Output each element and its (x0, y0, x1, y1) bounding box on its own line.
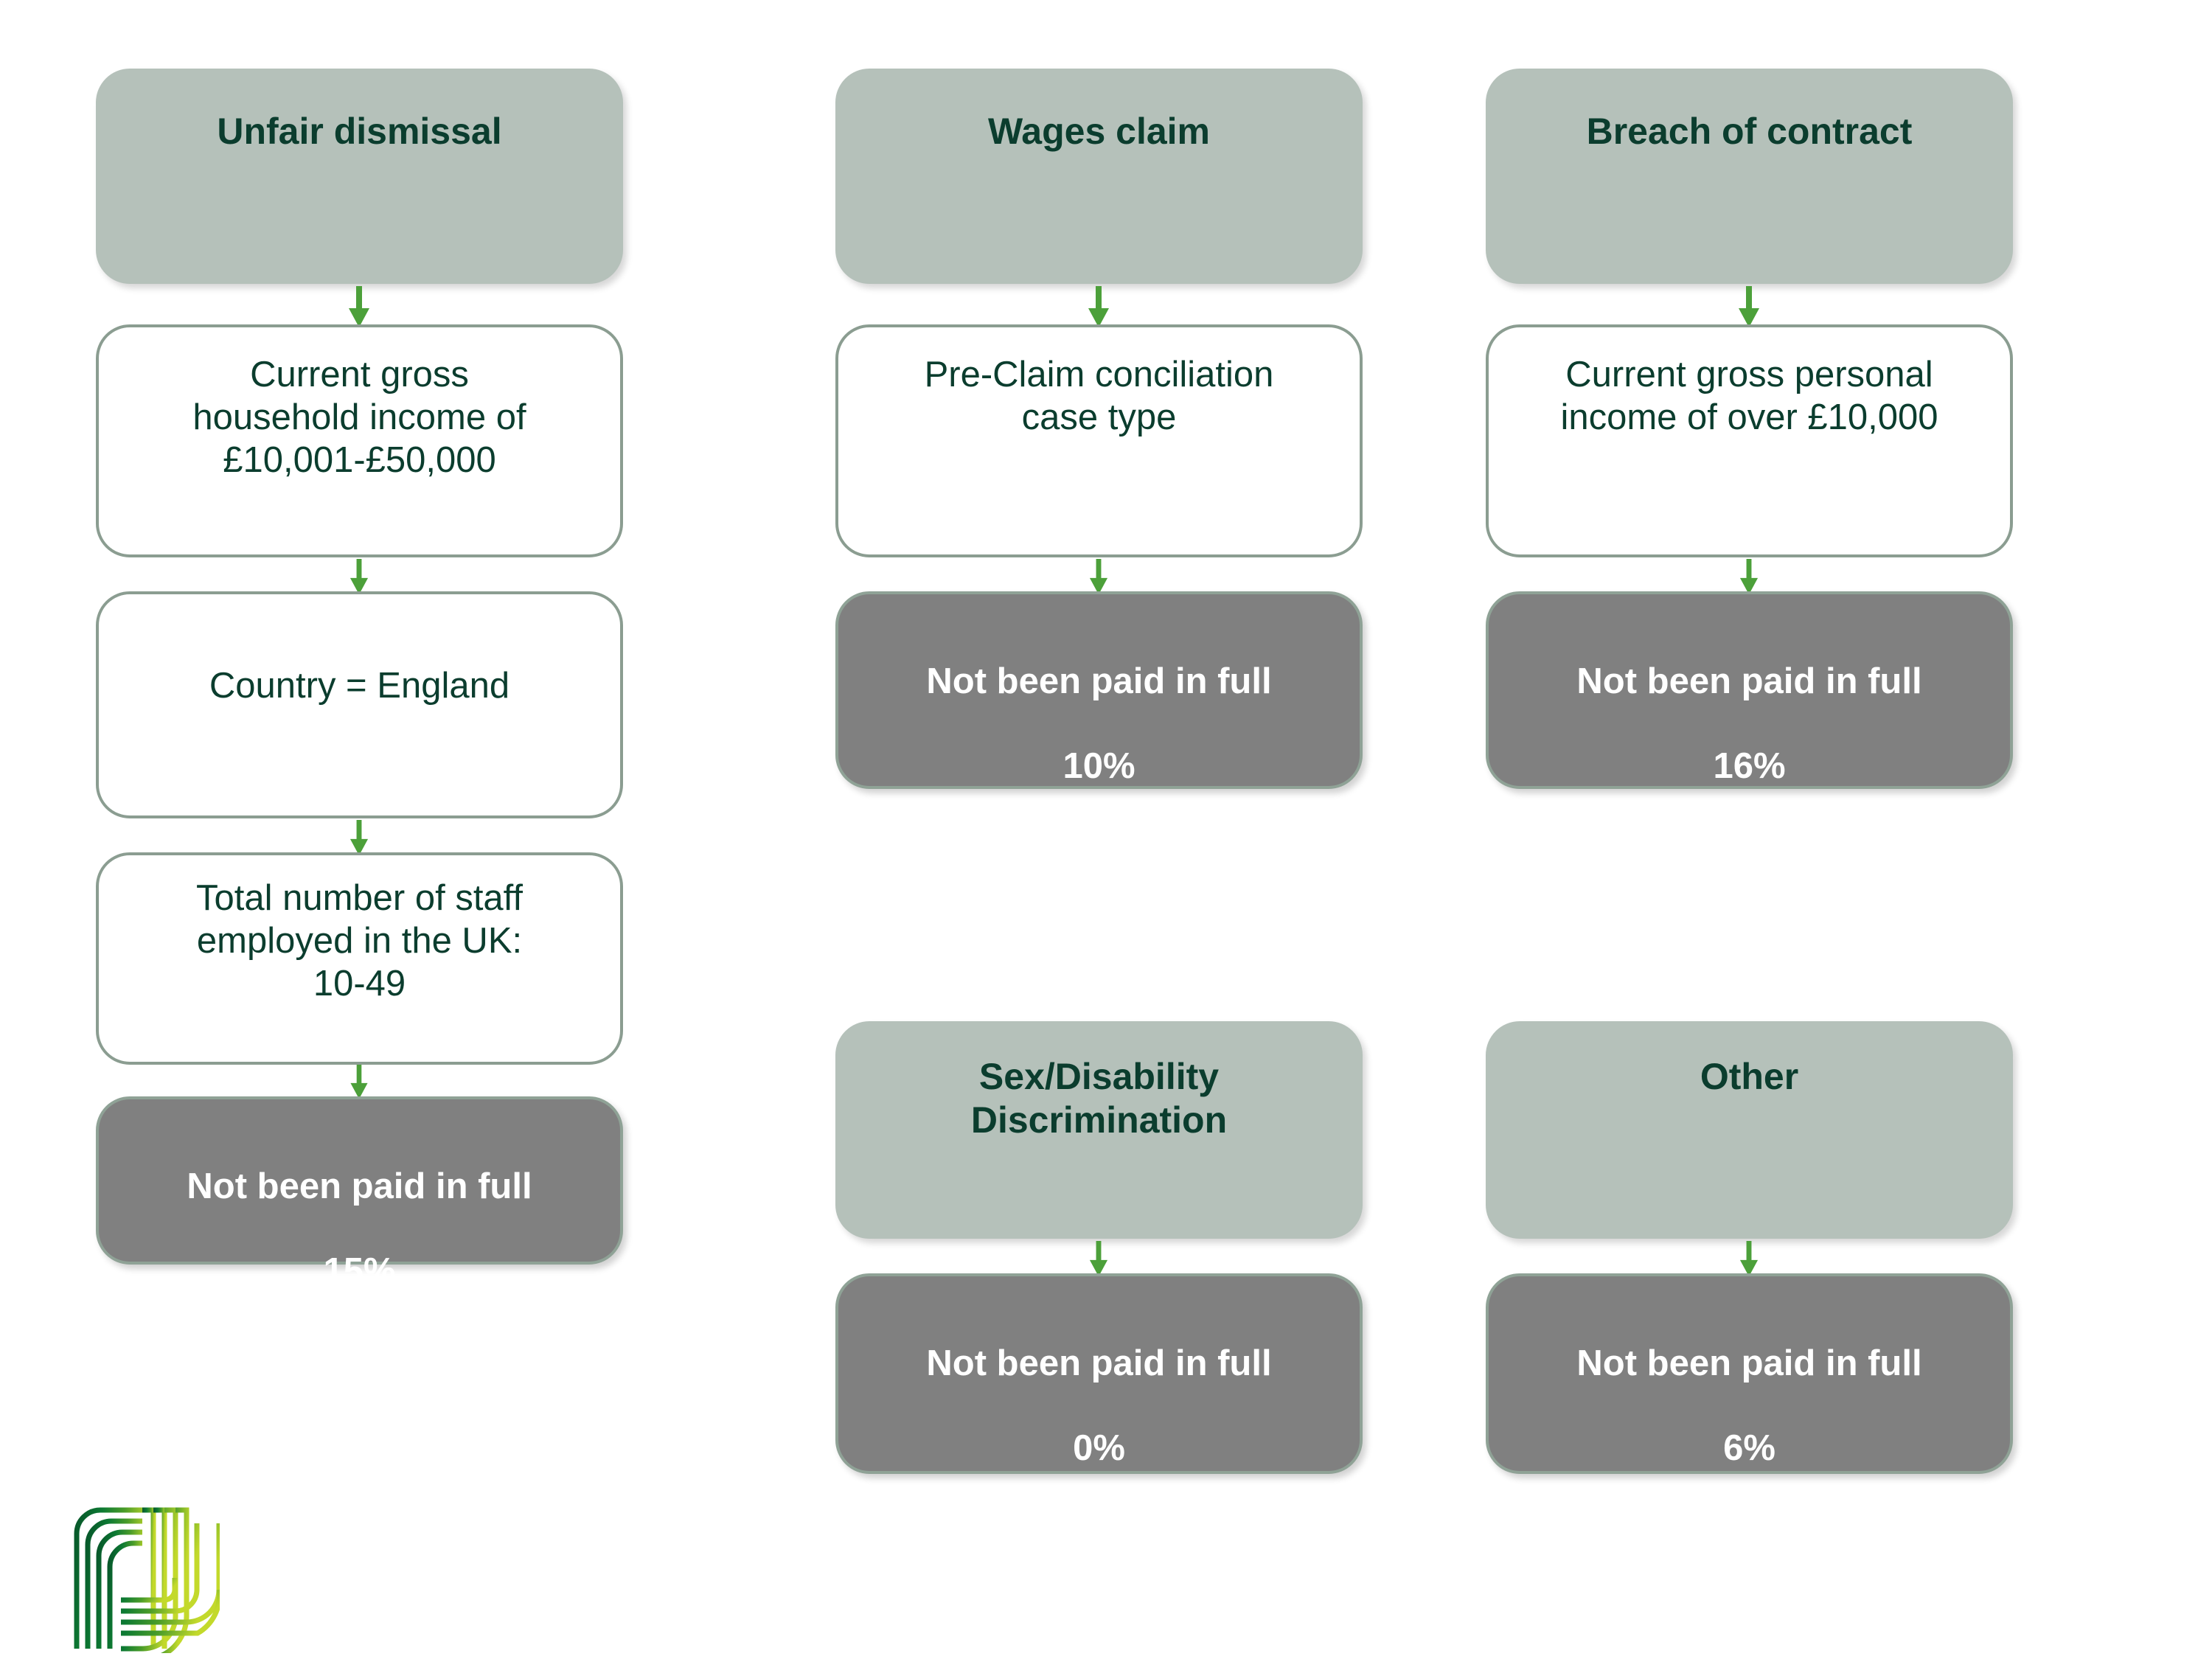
node-header-sex-disability-discrimination: Sex/Disability Discrimination (835, 1021, 1363, 1239)
node-condition-staff-count: Total number of staff employed in the UK… (96, 852, 623, 1065)
organisation-logo-icon (72, 1506, 220, 1653)
result-value: 10% (1062, 746, 1135, 787)
node-header-breach-of-contract: Breach of contract (1486, 69, 2013, 284)
node-label: Current gross household income of £10,00… (192, 355, 526, 480)
flowchart-canvas: Unfair dismissal Current gross household… (0, 0, 2212, 1659)
node-result-text: Not been paid in full 10% (838, 618, 1360, 788)
node-result-sex-disability-discrimination: Not been paid in full 0% (835, 1273, 1363, 1474)
arrow-down-icon (343, 559, 375, 596)
node-condition-personal-income: Current gross personal income of over £1… (1486, 324, 2013, 557)
node-condition-income-band: Current gross household income of £10,00… (96, 324, 623, 557)
arrow-down-icon (343, 820, 375, 857)
node-result-text: Not been paid in full 6% (1489, 1300, 2010, 1470)
node-label: Total number of staff employed in the UK… (195, 878, 524, 1004)
node-result-other: Not been paid in full 6% (1486, 1273, 2013, 1474)
result-label: Not been paid in full (926, 1343, 1272, 1383)
node-header-wages-claim: Wages claim (835, 69, 1363, 284)
node-label: Sex/Disability Discrimination (970, 1056, 1228, 1141)
arrow-down-icon (343, 286, 375, 329)
arrow-down-icon (1733, 559, 1765, 596)
arrow-down-icon (1733, 286, 1765, 329)
node-label: Country = England (209, 666, 510, 706)
node-label: Breach of contract (1586, 111, 1913, 152)
node-label: Pre-Claim conciliation case type (924, 355, 1274, 437)
result-label: Not been paid in full (1576, 661, 1922, 701)
node-condition-preclaim-case-type: Pre-Claim conciliation case type (835, 324, 1363, 557)
result-value: 15% (323, 1251, 396, 1292)
node-result-text: Not been paid in full 16% (1489, 618, 2010, 788)
node-result-unfair-dismissal: Not been paid in full 15% (96, 1096, 623, 1291)
result-value: 0% (1073, 1428, 1125, 1469)
arrow-down-icon (1082, 286, 1115, 329)
arrow-down-icon (343, 1065, 375, 1100)
node-label: Unfair dismissal (217, 111, 502, 152)
arrow-down-icon (1733, 1241, 1765, 1278)
result-label: Not been paid in full (187, 1166, 532, 1206)
result-value: 16% (1713, 746, 1786, 787)
arrow-down-icon (1082, 1241, 1115, 1278)
result-label: Not been paid in full (926, 661, 1272, 701)
node-label: Current gross personal income of over £1… (1560, 355, 1938, 437)
node-condition-country: Country = England (96, 591, 623, 818)
node-header-unfair-dismissal: Unfair dismissal (96, 69, 623, 284)
node-result-wages-claim: Not been paid in full 10% (835, 591, 1363, 789)
node-result-text: Not been paid in full 15% (99, 1123, 620, 1293)
node-label: Other (1700, 1056, 1799, 1097)
arrow-down-icon (1082, 559, 1115, 596)
node-result-text: Not been paid in full 0% (838, 1300, 1360, 1470)
result-value: 6% (1723, 1428, 1775, 1469)
node-result-breach-of-contract: Not been paid in full 16% (1486, 591, 2013, 789)
result-label: Not been paid in full (1576, 1343, 1922, 1383)
node-header-other: Other (1486, 1021, 2013, 1239)
node-label: Wages claim (987, 111, 1211, 152)
